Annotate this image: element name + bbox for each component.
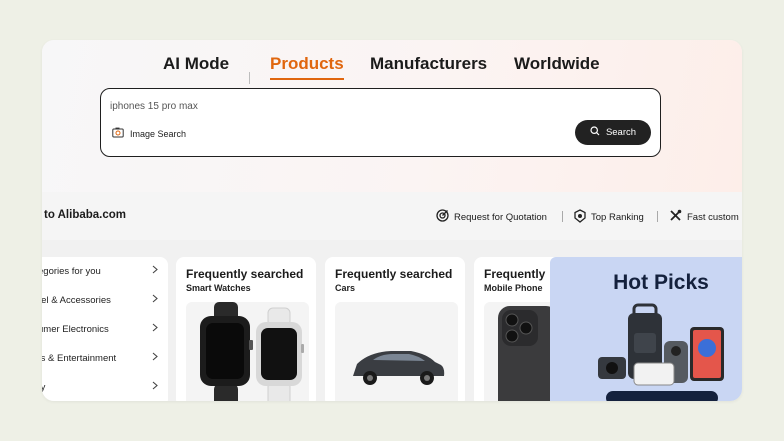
hot-picks-banner[interactable]: Hot Picks (550, 257, 742, 401)
tab-ai-mode[interactable]: AI Mode (163, 54, 229, 74)
tab-manufacturers[interactable]: Manufacturers (370, 54, 487, 74)
tools-icon (669, 209, 682, 225)
smart-watch-image (186, 302, 309, 401)
chevron-right-icon (152, 352, 158, 364)
image-search-button[interactable]: Image Search (112, 127, 186, 140)
category-label: ty (42, 381, 46, 393)
category-item[interactable]: ty (42, 376, 168, 398)
category-label: ts & Entertainment (42, 352, 117, 364)
hot-picks-title: Hot Picks (613, 271, 709, 294)
card-subtitle: Smart Watches (186, 283, 251, 293)
chevron-right-icon (152, 381, 158, 393)
card-title: Frequently (484, 267, 546, 281)
tab-products[interactable]: Products (270, 54, 344, 80)
welcome-text: to Alibaba.com (44, 209, 126, 221)
category-label: egories for you (42, 265, 101, 277)
category-item[interactable]: egories for you (42, 260, 168, 282)
camera-icon (112, 127, 124, 140)
browser-viewport: AI Mode Products Manufacturers Worldwide… (42, 40, 742, 401)
search-input[interactable] (110, 97, 530, 115)
card-title: Frequently searched (335, 267, 453, 281)
category-item[interactable]: rel & Accessories (42, 289, 168, 311)
card-subtitle: Cars (335, 283, 356, 293)
search-mode-tabs: AI Mode Products Manufacturers Worldwide (42, 54, 742, 84)
chevron-right-icon (152, 265, 158, 277)
search-button[interactable]: Search (575, 120, 651, 145)
tab-divider (249, 72, 250, 84)
image-search-label: Image Search (130, 128, 187, 139)
category-item[interactable]: ts & Entertainment (42, 347, 168, 369)
category-label: umer Electronics (42, 323, 109, 335)
chevron-right-icon (152, 323, 158, 335)
fast-customization-link[interactable]: Fast custom (669, 209, 739, 225)
category-item[interactable]: umer Electronics (42, 318, 168, 340)
card-title: Frequently searched (186, 267, 304, 281)
target-icon (436, 209, 449, 225)
search-hero: AI Mode Products Manufacturers Worldwide… (42, 40, 742, 192)
chevron-right-icon (152, 294, 158, 306)
search-button-label: Search (605, 127, 637, 138)
categories-panel: egories for you rel & Accessories umer E… (42, 257, 168, 401)
bar-divider (562, 211, 563, 222)
category-label: rel & Accessories (42, 294, 111, 306)
card-subtitle: Mobile Phone (484, 283, 543, 293)
top-ranking-link[interactable]: Top Ranking (574, 209, 644, 226)
welcome-bar: to Alibaba.com Request for Quotation Top… (42, 192, 742, 240)
medal-icon (574, 209, 586, 226)
top-ranking-label: Top Ranking (591, 212, 644, 223)
main-content: egories for you rel & Accessories umer E… (42, 240, 742, 401)
product-card-cars[interactable]: Frequently searched Cars (325, 257, 465, 401)
tab-worldwide[interactable]: Worldwide (514, 54, 600, 74)
product-card-smart-watches[interactable]: Frequently searched Smart Watches (176, 257, 316, 401)
search-box: Image Search Search (100, 88, 661, 157)
bar-divider (657, 211, 658, 222)
request-quotation-label: Request for Quotation (454, 211, 547, 223)
car-image (335, 302, 458, 401)
hot-picks-products-image (550, 301, 742, 401)
fast-customization-label: Fast custom (687, 211, 739, 223)
search-icon (590, 126, 600, 139)
request-quotation-link[interactable]: Request for Quotation (436, 209, 547, 225)
